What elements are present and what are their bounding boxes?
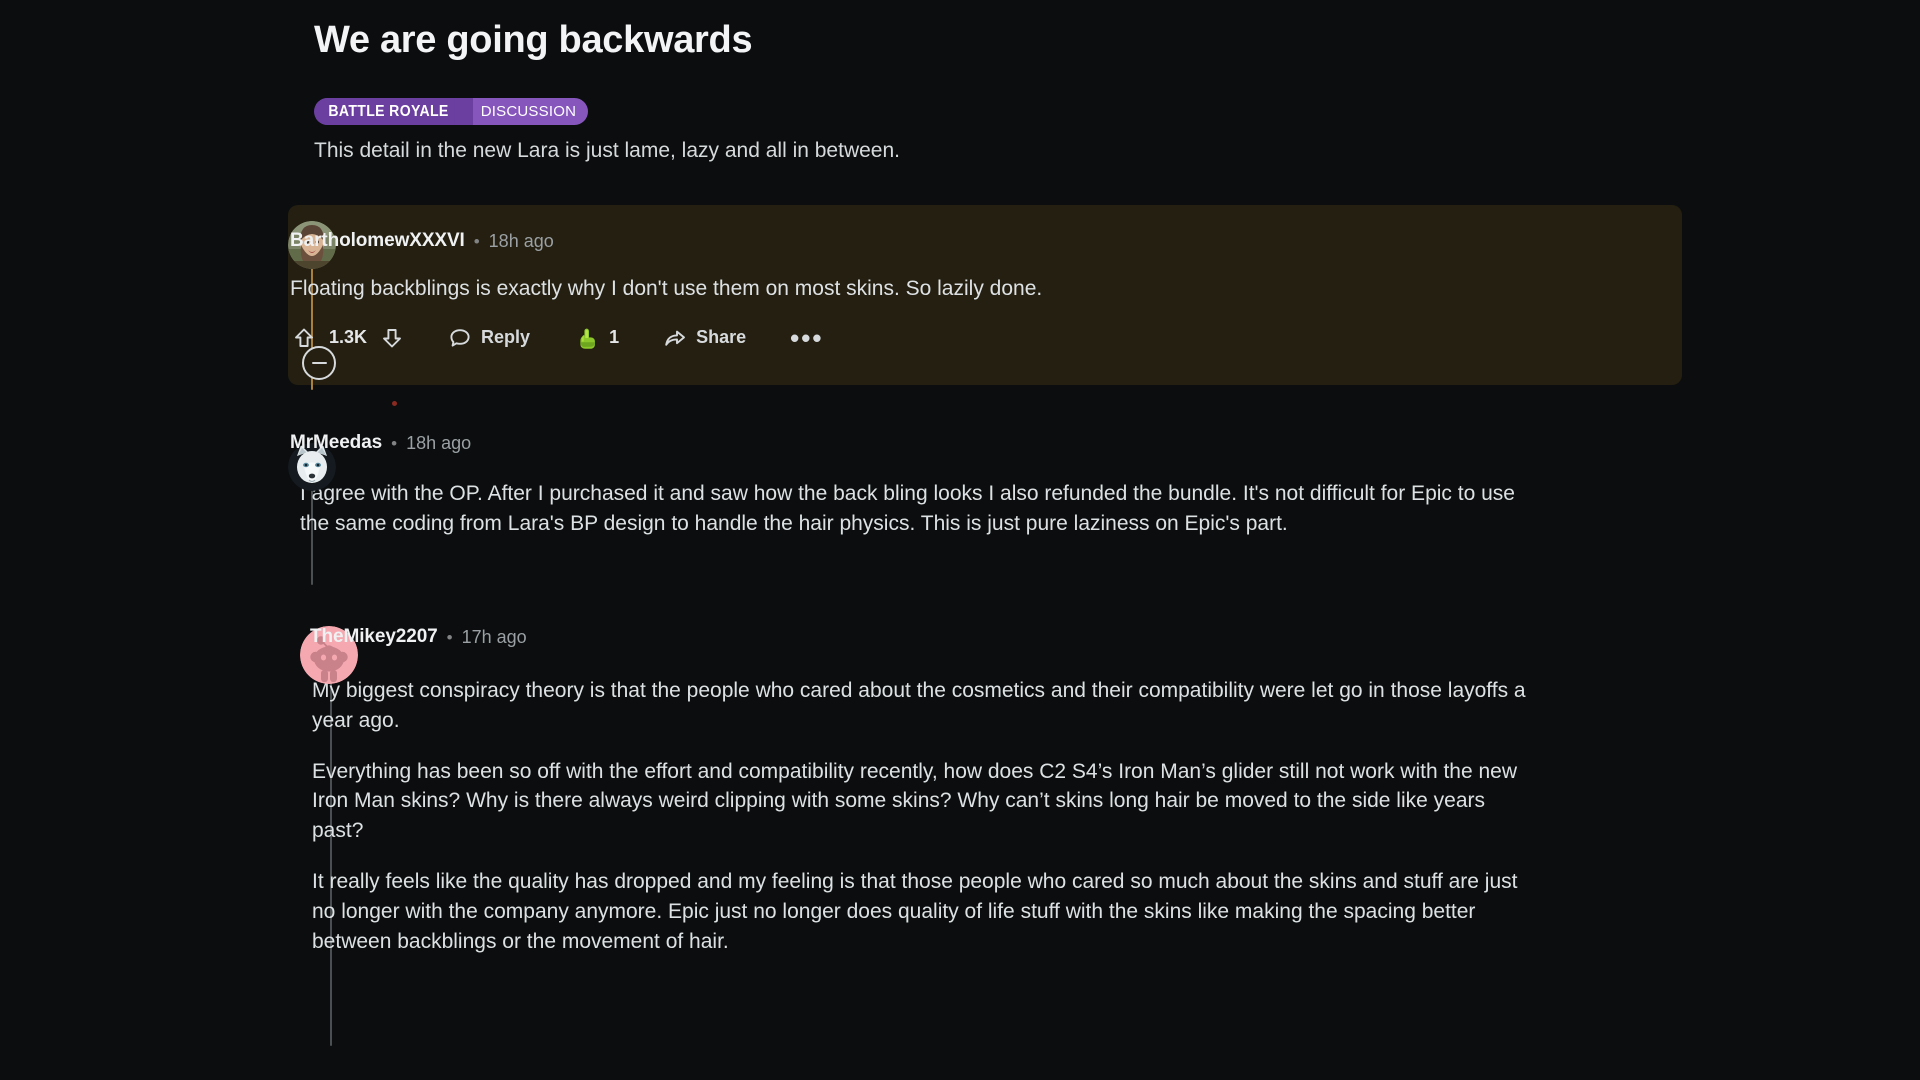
overflow-menu-button[interactable]: ••• [780,325,833,351]
comment-content: TheMikey2207 • 17h ago My biggest conspi… [0,608,1920,957]
vote-count: 1.3K [329,327,368,348]
comment-body: I agree with the OP. After I purchased i… [290,479,1518,539]
comment-action-bar: 1.3K Reply 1 Share ••• [290,316,1920,360]
comment-item: TheMikey2207 • 17h ago My biggest conspi… [0,578,1920,1046]
comment-item: BartholomewXXXVI • 18h ago Floating back… [0,205,1920,390]
notification-dot [392,401,397,406]
comment-paragraph: Everything has been so off with the effo… [312,759,1518,843]
comment-content: BartholomewXXXVI • 18h ago Floating back… [0,217,1920,360]
comment-paragraph: Floating backblings is exactly why I don… [290,277,1043,300]
award-count: 1 [609,327,620,348]
reddit-post-page: We are going backwards BATTLE ROYALE DIS… [0,0,1920,1080]
flair-secondary-label: DISCUSSION [472,97,589,125]
green-pointing-hand-award-icon [574,325,600,351]
award-button[interactable]: 1 [564,319,629,357]
reply-label: Reply [481,327,531,348]
share-arrow-icon [663,326,687,350]
collapse-thread-button[interactable] [302,346,336,380]
share-label: Share [696,327,747,348]
comment-meta: BartholomewXXXVI • 18h ago [290,217,1920,265]
comment-paragraph: My biggest conspiracy theory is that the… [312,679,1526,732]
share-button[interactable]: Share [653,319,756,357]
meta-separator: • [446,627,453,647]
comment-paragraph: It really feels like the quality has dro… [312,870,1518,953]
flair-primary-label: BATTLE ROYALE [316,97,454,125]
comment-author[interactable]: MrMeedas [290,432,382,454]
post-header: We are going backwards BATTLE ROYALE DIS… [314,18,1714,165]
comment-timestamp: 17h ago [461,626,527,647]
downvote-arrow-icon[interactable] [380,326,404,350]
comment-author[interactable]: BartholomewXXXVI [290,230,465,252]
comment-timestamp: 18h ago [406,432,472,453]
post-subtitle: This detail in the new Lara is just lame… [314,138,900,162]
comment-item: MrMeedas • 18h ago I agree with the OP. … [0,385,1920,585]
comment-meta: TheMikey2207 • 17h ago [300,608,1920,666]
comment-bubble-icon [448,326,472,350]
comment-list: BartholomewXXXVI • 18h ago Floating back… [0,205,1920,1046]
reply-button[interactable]: Reply [438,319,540,357]
comment-body: Floating backblings is exactly why I don… [290,274,1535,304]
flair-primary-wrap: BATTLE ROYALE [314,97,473,125]
post-title: We are going backwards [314,19,753,61]
collapse-minus-icon [311,362,327,364]
post-flair-badge[interactable]: BATTLE ROYALE DISCUSSION [314,97,589,125]
comment-body: My biggest conspiracy theory is that the… [300,676,1540,957]
comment-paragraph: I agree with the OP. After I purchased i… [300,482,1515,535]
meta-separator: • [391,433,398,453]
comment-author[interactable]: TheMikey2207 [310,626,438,648]
comment-meta: MrMeedas • 18h ago [290,419,1920,467]
post-flair-row: BATTLE ROYALE DISCUSSION [314,97,1714,125]
meta-separator: • [473,231,480,251]
comment-content: MrMeedas • 18h ago I agree with the OP. … [0,419,1920,539]
comment-timestamp: 18h ago [488,230,554,251]
